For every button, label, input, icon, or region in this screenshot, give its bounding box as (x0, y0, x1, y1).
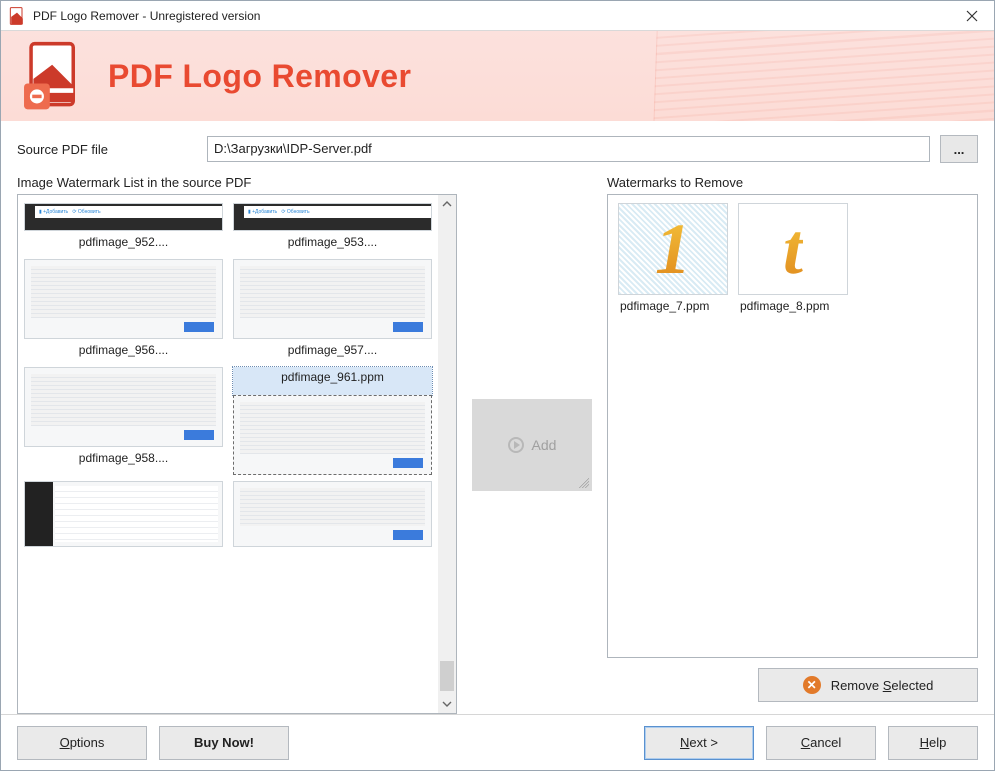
glyph-1-icon: 1 (655, 213, 691, 285)
scrollbar-track[interactable] (438, 213, 456, 695)
banner-heading: PDF Logo Remover (108, 58, 411, 95)
thumbnail-label: pdfimage_958.... (24, 447, 223, 469)
glyph-t-icon: t (783, 213, 803, 285)
next-label: Next > (680, 735, 718, 750)
titlebar: PDF Logo Remover - Unregistered version (1, 1, 994, 31)
list-item[interactable]: 1 pdfimage_7.ppm (618, 203, 728, 317)
next-button[interactable]: Next > (644, 726, 754, 760)
watermark-list-header: Image Watermark List in the source PDF (17, 175, 457, 190)
scrollbar[interactable] (438, 195, 456, 713)
thumbnail-icon (233, 481, 432, 547)
scroll-down-button[interactable] (438, 695, 456, 713)
scroll-up-button[interactable] (438, 195, 456, 213)
add-button-label: Add (532, 437, 557, 453)
resize-grip-icon (579, 478, 589, 488)
close-icon (966, 10, 978, 22)
banner: PDF Logo Remover (1, 31, 994, 121)
scrollbar-thumb[interactable] (440, 661, 454, 691)
thumbnail-icon (24, 481, 223, 547)
chevron-down-icon (442, 699, 452, 709)
add-button: Add (472, 399, 592, 491)
source-path-field[interactable]: D:\Загрузки\IDP-Server.pdf (207, 136, 930, 162)
middle-column: Add (457, 175, 607, 714)
list-item[interactable]: pdfimage_957.... (233, 259, 432, 361)
thumbnail-label: pdfimage_952.... (24, 231, 223, 253)
thumbnail-label: pdfimage_8.ppm (738, 295, 831, 317)
cancel-label: Cancel (801, 735, 841, 750)
remove-row: ✕ Remove Selected (607, 658, 978, 714)
close-button[interactable] (949, 1, 994, 30)
remove-listbox[interactable]: 1 pdfimage_7.ppm t pdfimage_8.ppm (607, 194, 978, 658)
remove-icon: ✕ (803, 676, 821, 694)
thumbnail-icon: 1 (618, 203, 728, 295)
content: Source PDF file D:\Загрузки\IDP-Server.p… (1, 121, 994, 714)
banner-decor (652, 31, 994, 121)
remove-selected-button[interactable]: ✕ Remove Selected (758, 668, 978, 702)
chevron-up-icon (442, 199, 452, 209)
cancel-button[interactable]: Cancel (766, 726, 876, 760)
columns: Image Watermark List in the source PDF ▮… (17, 175, 978, 714)
footer: Options Buy Now! Next > Cancel Help (1, 714, 994, 770)
thumbnail-label: pdfimage_956.... (24, 339, 223, 361)
thumbnail-icon (233, 395, 432, 475)
thumbnail-icon: t (738, 203, 848, 295)
list-item[interactable]: pdfimage_961.ppm (233, 367, 432, 475)
help-button[interactable]: Help (888, 726, 978, 760)
thumbnail-icon (24, 259, 223, 339)
list-item[interactable]: pdfimage_956.... (24, 259, 223, 361)
list-item[interactable]: pdfimage_958.... (24, 367, 223, 475)
thumbnail-label: pdfimage_957.... (233, 339, 432, 361)
thumbnail-icon (24, 367, 223, 447)
options-button[interactable]: Options (17, 726, 147, 760)
thumbnail-icon (233, 259, 432, 339)
thumbnail-icon: ▮ +Добавить ⟳ Обновить (233, 203, 432, 231)
options-label: Options (60, 735, 105, 750)
list-item[interactable] (24, 481, 223, 547)
buy-now-button[interactable]: Buy Now! (159, 726, 289, 760)
remove-thumbs: 1 pdfimage_7.ppm t pdfimage_8.ppm (608, 195, 977, 325)
watermark-listbox[interactable]: ▮ +Добавить ⟳ Обновить pdfimage_952.... … (17, 194, 457, 714)
banner-icon (17, 39, 92, 114)
app-icon (7, 6, 27, 26)
source-label: Source PDF file (17, 142, 197, 157)
browse-button[interactable]: ... (940, 135, 978, 163)
window-title: PDF Logo Remover - Unregistered version (33, 9, 949, 23)
play-icon (508, 437, 524, 453)
source-row: Source PDF file D:\Загрузки\IDP-Server.p… (17, 135, 978, 163)
watermark-list-column: Image Watermark List in the source PDF ▮… (17, 175, 457, 714)
remove-list-header: Watermarks to Remove (607, 175, 978, 190)
buy-now-label: Buy Now! (194, 735, 254, 750)
list-item[interactable]: ▮ +Добавить ⟳ Обновить pdfimage_952.... (24, 203, 223, 253)
app-window: PDF Logo Remover - Unregistered version … (0, 0, 995, 771)
remove-list-column: Watermarks to Remove 1 pdfimage_7.ppm t … (607, 175, 978, 714)
thumbnail-icon: ▮ +Добавить ⟳ Обновить (24, 203, 223, 231)
help-label: Help (920, 735, 947, 750)
thumbnail-label: pdfimage_961.ppm (233, 367, 432, 395)
thumbnail-label: pdfimage_7.ppm (618, 295, 711, 317)
list-item[interactable]: t pdfimage_8.ppm (738, 203, 848, 317)
list-item[interactable]: ▮ +Добавить ⟳ Обновить pdfimage_953.... (233, 203, 432, 253)
list-item[interactable] (233, 481, 432, 547)
remove-selected-label: Remove Selected (831, 678, 934, 693)
thumbs-grid: ▮ +Добавить ⟳ Обновить pdfimage_952.... … (18, 195, 438, 713)
thumbnail-label: pdfimage_953.... (233, 231, 432, 253)
